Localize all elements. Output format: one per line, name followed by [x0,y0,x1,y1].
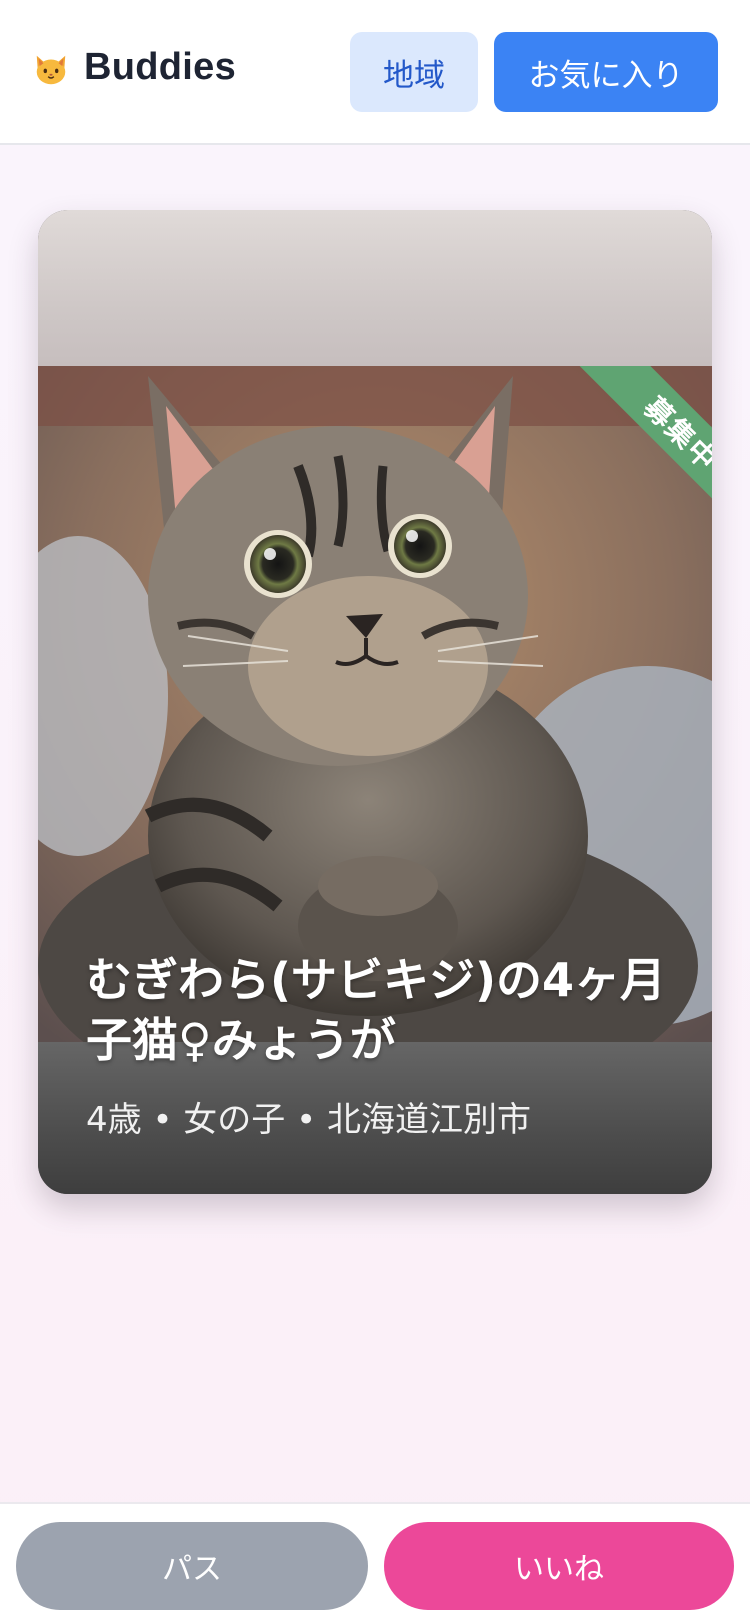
pass-button[interactable]: パス [16,1522,368,1610]
favorites-button[interactable]: お気に入り [494,32,718,112]
pet-meta: 4歳 • 女の子 • 北海道江別市 [86,1100,531,1140]
action-bar: パス いいね [0,1502,750,1624]
status-ribbon-label: 募集中 [579,366,712,536]
pet-card[interactable]: 募集中 むぎわら(サビキジ)の4ヶ月子猫♀みょうが 4歳 • 女の子 • 北海道… [38,210,712,1194]
app-header: Buddies 地域 お気に入り [0,0,750,145]
photo-blur-background [38,210,712,366]
like-button[interactable]: いいね [384,1522,734,1610]
status-ribbon: 募集中 [542,366,712,536]
app-title: Buddies [84,46,237,88]
region-button[interactable]: 地域 [350,32,478,112]
pet-title: むぎわら(サビキジ)の4ヶ月子猫♀みょうが [86,953,667,1067]
cat-face-icon [36,55,66,85]
